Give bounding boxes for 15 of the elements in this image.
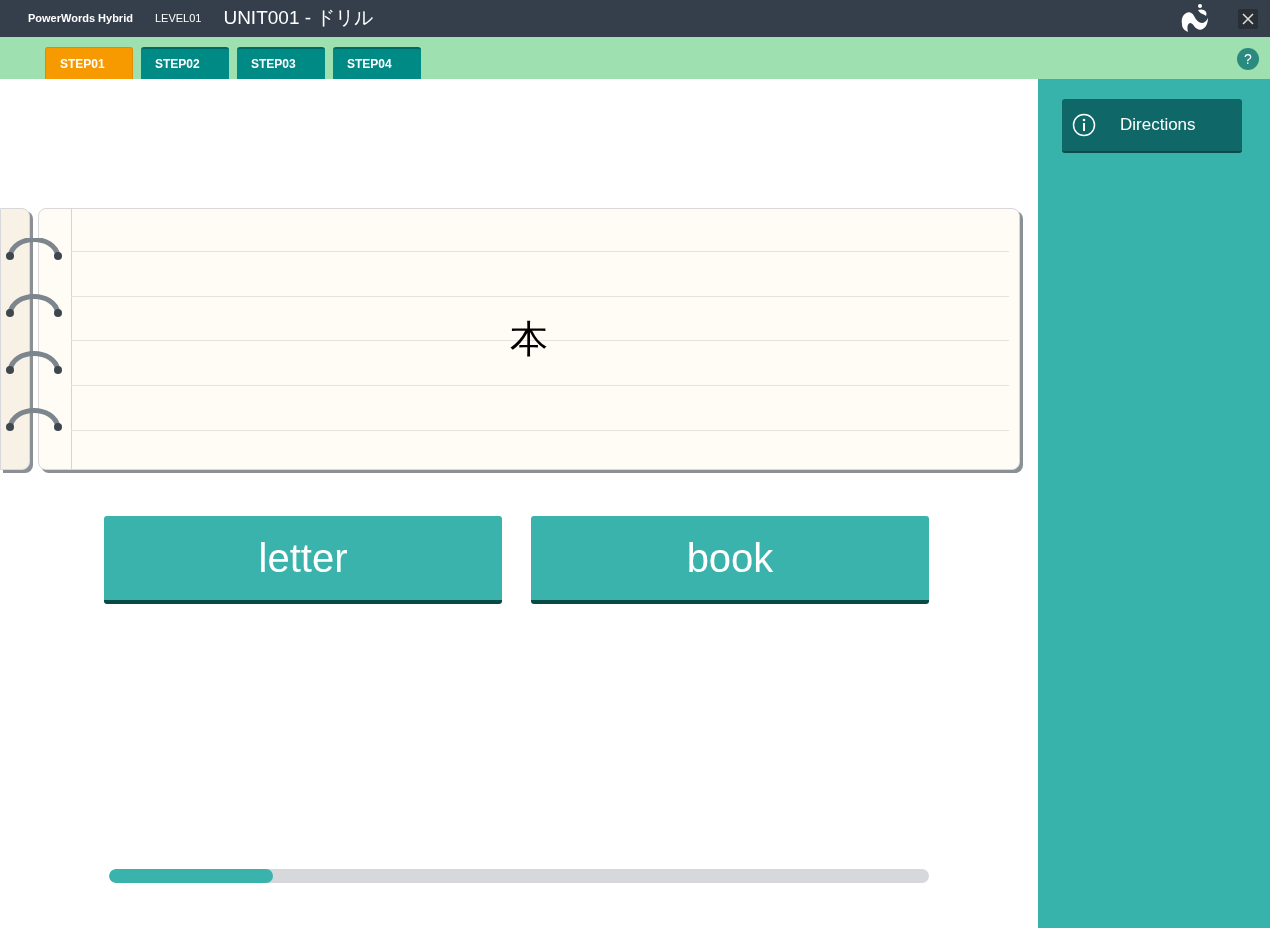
step-tab[interactable]: STEP01 — [45, 47, 133, 79]
directions-button[interactable]: Directions — [1062, 99, 1242, 153]
answer-choice[interactable]: book — [531, 516, 929, 604]
help-button[interactable]: ? — [1237, 48, 1259, 70]
level-label: LEVEL01 — [154, 11, 202, 27]
question-word: 本 — [510, 315, 548, 363]
close-button[interactable] — [1238, 8, 1258, 29]
step-tab[interactable]: STEP03 — [237, 47, 325, 79]
window-title: UNIT001 - ドリル — [223, 6, 374, 31]
step-tab[interactable]: STEP02 — [141, 47, 229, 79]
info-icon — [1072, 113, 1096, 137]
answer-choice[interactable]: letter — [104, 516, 502, 604]
close-icon — [1242, 12, 1254, 25]
app-name: PowerWords Hybrid — [28, 11, 133, 27]
step-tab[interactable]: STEP04 — [333, 47, 421, 79]
